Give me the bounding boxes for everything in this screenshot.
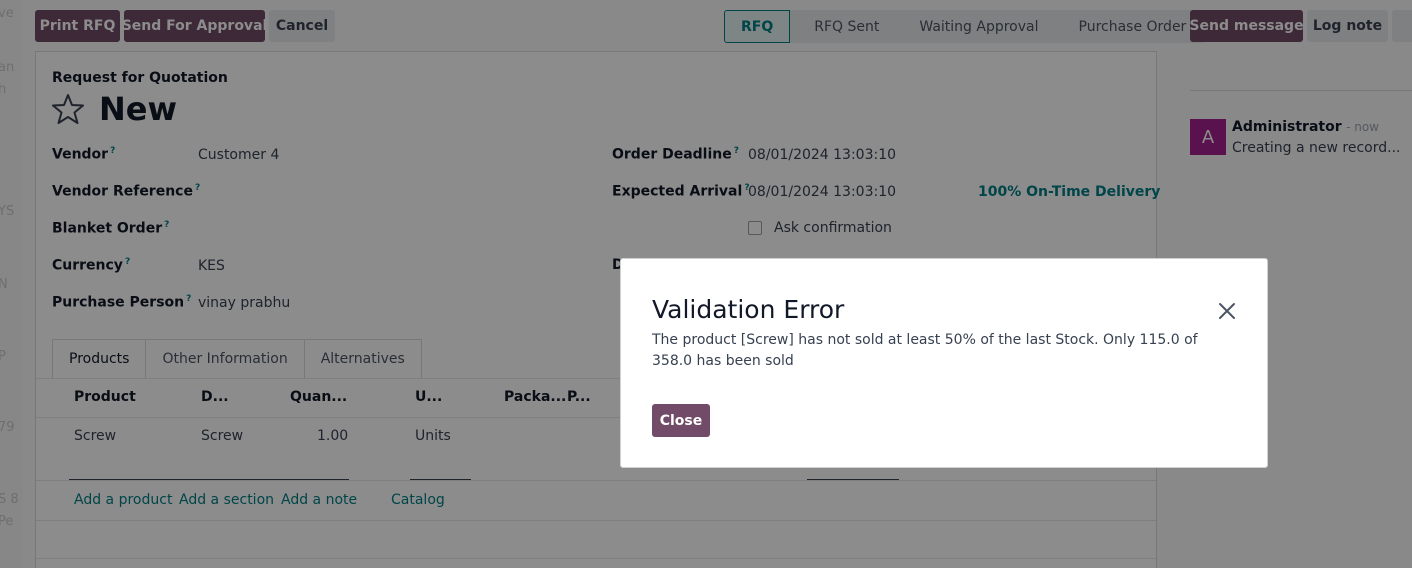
dialog-message: The product [Screw] has not sold at leas…	[652, 332, 1198, 369]
dialog-title: Validation Error	[652, 295, 845, 324]
close-icon[interactable]	[1215, 299, 1239, 323]
validation-error-dialog: Validation Error The product [Screw] has…	[620, 258, 1268, 468]
close-button[interactable]: Close	[652, 404, 710, 437]
